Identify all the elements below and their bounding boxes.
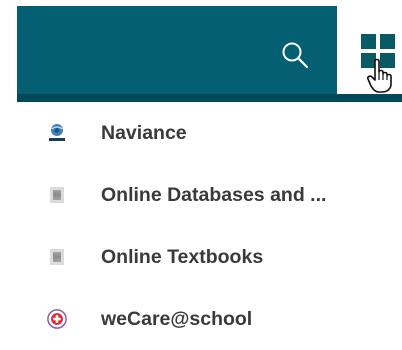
apps-dropdown-menu: Naviance Online Databases and ... Online… — [17, 102, 402, 350]
menu-item-label: weCare@school — [101, 307, 253, 330]
menu-item-online-databases[interactable]: Online Databases and ... — [17, 164, 402, 226]
search-icon — [282, 42, 309, 69]
menu-item-label: Online Databases and ... — [101, 183, 327, 206]
search-button[interactable] — [272, 32, 318, 78]
medical-cross-icon — [47, 309, 67, 329]
menu-item-naviance[interactable]: Naviance — [17, 102, 402, 164]
apps-menu-button[interactable] — [340, 6, 402, 94]
menu-item-label: Online Textbooks — [101, 245, 264, 268]
menu-item-online-textbooks[interactable]: Online Textbooks — [17, 226, 402, 288]
header-divider — [17, 94, 402, 102]
menu-item-wecare-school[interactable]: weCare@school — [17, 288, 402, 350]
naviance-logo-icon — [47, 123, 67, 143]
hand-pointer-icon — [367, 58, 392, 93]
placeholder-icon — [47, 185, 67, 205]
placeholder-icon — [47, 247, 67, 267]
menu-item-label: Naviance — [101, 121, 187, 144]
